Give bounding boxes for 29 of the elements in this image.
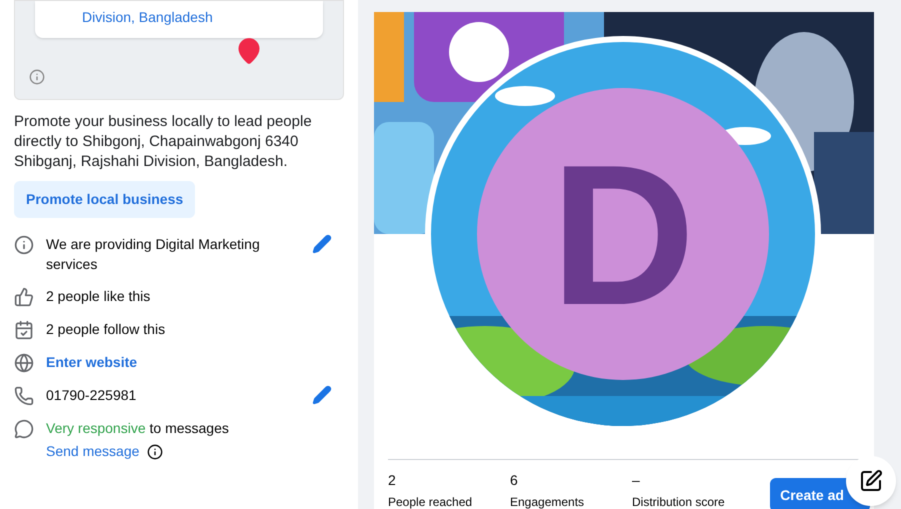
info-icon xyxy=(147,444,164,460)
stat-value: 6 xyxy=(510,471,519,490)
about-text: 2 people like this xyxy=(46,287,152,306)
thumbs-up-icon xyxy=(14,287,34,307)
stat-value: 2 xyxy=(388,471,397,490)
about-text: We are providing Digital Marketing services xyxy=(46,235,261,274)
promote-local-business-button[interactable]: Promote local business xyxy=(14,181,196,218)
response-text: Very responsive to messages xyxy=(46,419,230,438)
stat-value: – xyxy=(632,471,641,490)
info-icon xyxy=(14,235,34,255)
calendar-check-icon xyxy=(14,320,34,340)
globe-icon xyxy=(14,353,34,373)
website-link[interactable]: Enter website xyxy=(46,352,344,373)
chat-bubble-icon xyxy=(14,419,34,439)
edit-icon[interactable] xyxy=(312,385,332,405)
info-icon[interactable] xyxy=(29,69,45,85)
compose-icon xyxy=(859,469,883,493)
edit-icon[interactable] xyxy=(312,234,332,254)
compose-button[interactable] xyxy=(846,456,896,506)
map-address: Division, Bangladesh xyxy=(82,8,213,27)
stat-label: Engagements xyxy=(510,494,586,509)
stat-label: Distribution score xyxy=(632,494,726,509)
profile-initial: D xyxy=(550,124,696,347)
promote-text: Promote your business locally to lead people directly to Shibgonj, Chapainwabgonj 6340 Shibganj, Rajshahi Division, Bangladesh. xyxy=(14,112,313,172)
stat-label: People reached xyxy=(388,494,474,509)
about-text: 01790-225981 xyxy=(46,386,138,405)
send-message-link[interactable]: Send message xyxy=(46,441,140,462)
about-text: 2 people follow this xyxy=(46,320,166,339)
phone-icon xyxy=(14,386,34,406)
